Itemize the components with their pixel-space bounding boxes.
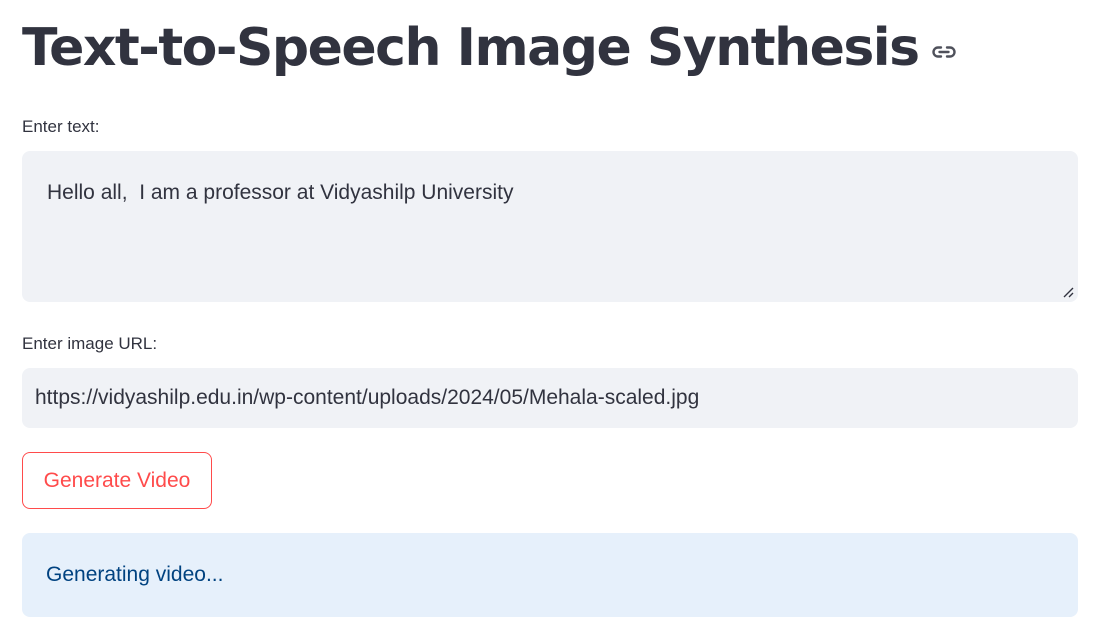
text-input-value: Hello all, I am a professor at Vidyashil… [47,181,514,204]
image-url-input[interactable]: https://vidyashilp.edu.in/wp-content/upl… [22,368,1078,428]
text-input-area[interactable]: Hello all, I am a professor at Vidyashil… [22,151,1078,302]
text-field-label: Enter text: [22,117,100,136]
page-title: Text-to-Speech Image Synthesis [22,18,920,78]
status-info-box: Generating video... [22,533,1078,617]
link-icon[interactable] [931,45,957,59]
resize-handle-icon[interactable] [1062,286,1074,298]
status-message: Generating video... [46,563,224,586]
title-row: Text-to-Speech Image Synthesis [22,8,957,88]
url-field-label: Enter image URL: [22,334,158,353]
generate-video-button[interactable]: Generate Video [22,452,212,509]
image-url-value: https://vidyashilp.edu.in/wp-content/upl… [35,386,700,409]
